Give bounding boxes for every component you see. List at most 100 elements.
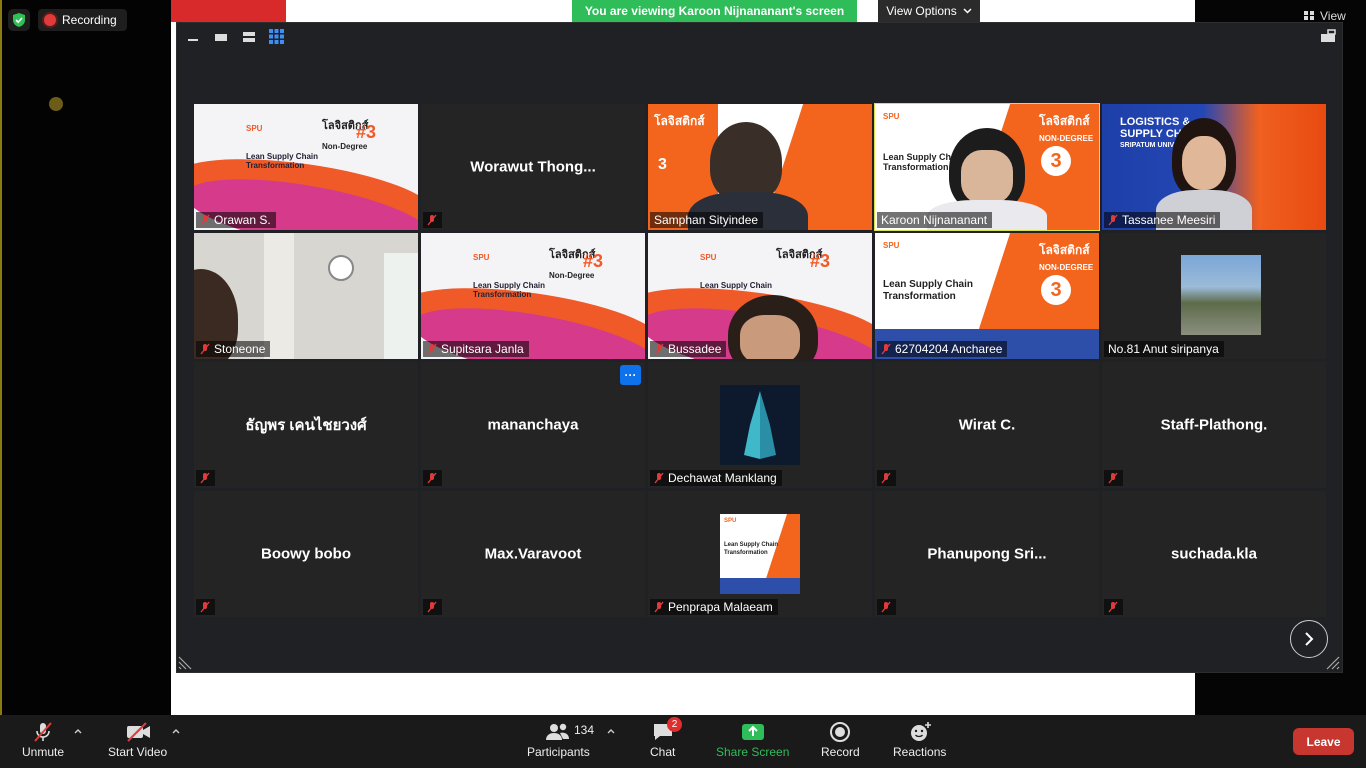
video-tile-active-speaker[interactable]: 3 SPU Lean Supply Chain Transformation โ… xyxy=(874,103,1100,231)
participant-label xyxy=(423,599,442,615)
view-options-label: View Options xyxy=(886,4,957,18)
chat-unread-badge: 2 xyxy=(667,717,682,732)
participant-label xyxy=(196,599,215,615)
view-button[interactable]: View xyxy=(1304,9,1346,23)
reactions-button[interactable]: Reactions xyxy=(893,719,946,759)
participant-face xyxy=(961,150,1013,204)
recording-indicator[interactable]: Recording xyxy=(38,9,127,31)
speaker-view-icon[interactable] xyxy=(213,29,228,44)
spu-logo: SPU xyxy=(246,124,263,133)
cursor-dot xyxy=(49,97,63,111)
participants-icon xyxy=(546,723,570,740)
gallery-view-icon[interactable] xyxy=(269,29,284,44)
video-tile[interactable]: mananchaya xyxy=(421,362,645,488)
leave-button[interactable]: Leave xyxy=(1293,728,1354,755)
video-tile[interactable]: Max.Varavoot xyxy=(421,491,645,617)
muted-microphone-icon xyxy=(34,722,52,742)
slide-non-degree: NON-DEGREE xyxy=(1039,134,1094,143)
view-options-button[interactable]: View Options xyxy=(878,0,980,22)
resize-handle-icon[interactable] xyxy=(1326,656,1340,670)
participant-display-name: Wirat C. xyxy=(958,416,1016,434)
slide-non-degree: NON-DEGREE xyxy=(1039,263,1094,272)
video-tile[interactable]: SPU Lean Supply Chain Transformation Pen… xyxy=(648,491,872,617)
muted-mic-icon xyxy=(200,601,210,613)
participant-label: Tassanee Meesiri xyxy=(1104,212,1221,228)
video-tile[interactable]: โลจิสติกส์ 3 Samphan Sityindee xyxy=(648,104,872,230)
viewing-banner: You are viewing Karoon Nijnananant's scr… xyxy=(572,0,857,22)
participant-label: No.81 Anut siripanya xyxy=(1104,341,1224,357)
video-tile[interactable]: ธัญพร เคนไชยวงศ์ xyxy=(194,362,418,488)
chat-label: Chat xyxy=(650,745,676,759)
spu-logo: SPU xyxy=(724,518,737,524)
video-tile[interactable]: Dechawat Manklang xyxy=(648,362,872,488)
video-tile[interactable]: Worawut Thong... xyxy=(421,104,645,230)
participant-name: Dechawat Manklang xyxy=(668,471,777,485)
slide-logistics-title: LOGISTICS & xyxy=(1120,116,1191,128)
participant-display-name: Phanupong Sri... xyxy=(927,545,1047,563)
participant-label xyxy=(423,212,442,228)
next-page-button[interactable] xyxy=(1290,620,1328,658)
participant-label: Penprapa Malaeam xyxy=(650,599,778,615)
video-tile[interactable]: Wirat C. xyxy=(875,362,1099,488)
video-tile[interactable]: SPU โลจิสติกส์ #3 Non-Degree Lean Supply… xyxy=(194,104,418,230)
start-video-button[interactable]: Start Video xyxy=(108,719,167,759)
tile-more-options-button[interactable]: ··· xyxy=(620,365,641,385)
video-tile[interactable]: SPU โลจิสติกส์ #3 Non-Degree Lean Supply… xyxy=(421,233,645,359)
slide-transformation: Transformation xyxy=(883,291,956,302)
video-tile[interactable]: 3 SPU Lean Supply Chain Transformation โ… xyxy=(875,233,1099,359)
chevron-up-icon[interactable] xyxy=(171,726,181,736)
muted-mic-icon xyxy=(427,601,437,613)
video-tile[interactable]: Boowy bobo xyxy=(194,491,418,617)
record-button[interactable]: Record xyxy=(821,719,860,759)
video-tile[interactable]: Stoneone xyxy=(194,233,418,359)
participants-label: Participants xyxy=(527,745,590,759)
muted-mic-icon xyxy=(427,472,437,484)
security-shield-icon[interactable] xyxy=(8,9,30,31)
wall-clock-icon xyxy=(328,255,354,281)
slide-lean: Lean Supply Chain xyxy=(700,281,773,290)
slide-thai-title: โลจิสติกส์ xyxy=(1039,114,1090,128)
video-tile[interactable]: Phanupong Sri... xyxy=(875,491,1099,617)
participant-label xyxy=(877,470,896,486)
muted-mic-icon xyxy=(881,472,891,484)
video-tile[interactable]: No.81 Anut siripanya xyxy=(1102,233,1326,359)
participant-label: Dechawat Manklang xyxy=(650,470,782,486)
chevron-up-icon[interactable] xyxy=(73,726,83,736)
start-video-label: Start Video xyxy=(108,745,168,759)
record-label: Record xyxy=(821,745,860,759)
slide-number: #3 xyxy=(810,251,831,271)
recording-label: Recording xyxy=(62,13,117,27)
share-screen-icon xyxy=(741,724,764,740)
muted-mic-icon xyxy=(1108,472,1118,484)
unmute-button[interactable]: Unmute xyxy=(22,719,64,759)
panel-toolbar xyxy=(185,29,284,44)
slide-number: #3 xyxy=(356,122,377,142)
video-tile[interactable]: LOGISTICS & SUPPLY CHA SRIPATUM UNIVERSI… xyxy=(1102,104,1326,230)
room-window xyxy=(384,253,418,359)
participant-name: Bussadee xyxy=(668,342,722,356)
slide-thai-title: โลจิสติกส์ xyxy=(1039,243,1090,257)
resize-handle-icon[interactable] xyxy=(178,656,192,670)
unmute-label: Unmute xyxy=(22,745,65,759)
participant-label: Supitsara Janla xyxy=(423,341,529,357)
shared-screen-red-strip xyxy=(171,0,286,22)
participant-display-name: Max.Varavoot xyxy=(484,545,582,563)
share-screen-button[interactable]: Share Screen xyxy=(716,719,789,759)
participant-label: Karoon Nijnananant xyxy=(877,212,993,228)
muted-mic-icon xyxy=(1108,601,1118,613)
participant-label xyxy=(423,470,442,486)
chevron-up-icon[interactable] xyxy=(606,726,616,736)
video-tile[interactable]: Staff-Plathong. xyxy=(1102,362,1326,488)
participant-display-name: mananchaya xyxy=(487,416,579,434)
exit-fullscreen-icon[interactable] xyxy=(1320,29,1336,43)
slide-transformation: Transformation xyxy=(473,290,532,299)
slide-blue-band xyxy=(720,578,800,594)
participant-label xyxy=(877,599,896,615)
video-tile[interactable]: suchada.kla xyxy=(1102,491,1326,617)
slide-thai-title: โลจิสติกส์ xyxy=(654,114,705,128)
view-label: View xyxy=(1320,9,1346,23)
spu-logo: SPU xyxy=(883,112,900,121)
strip-view-icon[interactable] xyxy=(241,29,256,44)
minimize-icon[interactable] xyxy=(185,29,200,44)
video-tile[interactable]: SPU โลจิสติกส์ #3 Lean Supply Chain Buss… xyxy=(648,233,872,359)
